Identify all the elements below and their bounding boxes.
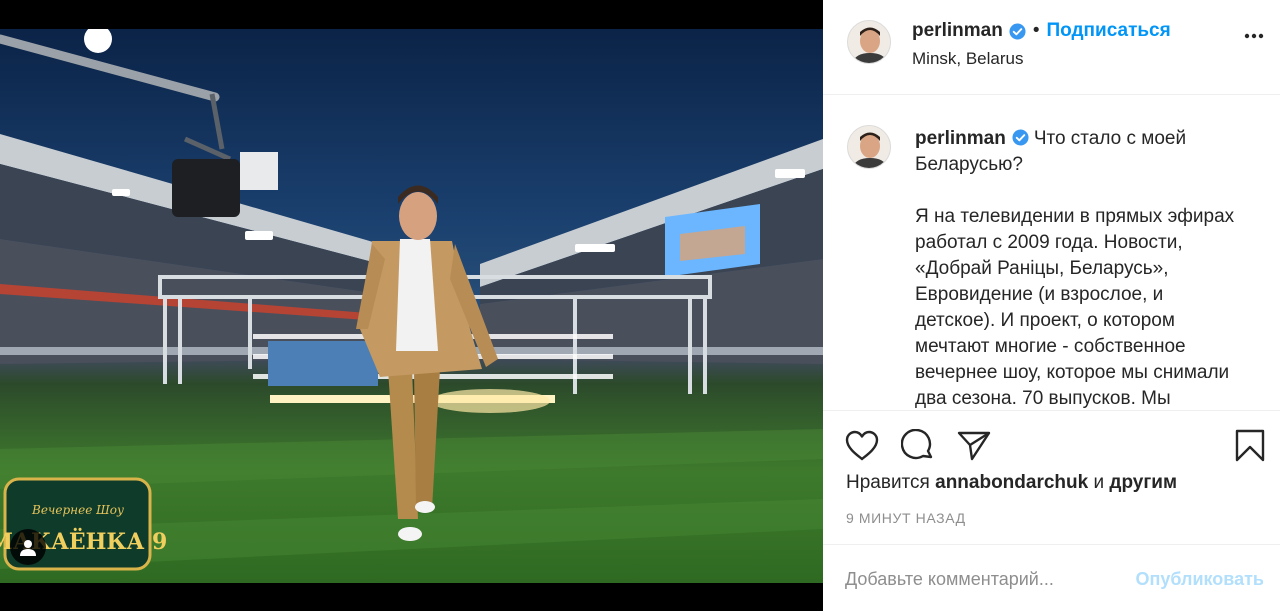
comment-input[interactable]: [845, 564, 1115, 594]
post-sidebar: perlinman • Подписаться Minsk, Belarus p…: [823, 0, 1280, 611]
caption-line-break: [915, 178, 1260, 204]
caption-line: два сезона. 70 выпусков. Мы: [915, 388, 1171, 409]
likes-others[interactable]: другим: [1109, 472, 1177, 493]
caption-line: работал с 2009 года. Новости,: [915, 232, 1183, 253]
action-bar: [823, 410, 1280, 462]
avatar-image: [848, 21, 890, 63]
caption-area: perlinman Что стало с моей Беларусью? Я н…: [823, 96, 1280, 410]
bookmark-icon[interactable]: [1235, 429, 1265, 462]
likes-summary: Нравится annabondarchuk и другим: [846, 472, 1177, 494]
caption-line: perlinman Что стало с моей: [915, 128, 1187, 149]
likes-user[interactable]: annabondarchuk: [935, 472, 1088, 493]
comment-bar: Опубликовать: [823, 544, 1280, 611]
caption-line: детское). И проект, о котором: [915, 310, 1175, 331]
separator-dot: •: [1032, 20, 1040, 41]
logo-line1: Вечернее Шоу: [31, 503, 124, 517]
publish-button[interactable]: Опубликовать: [1135, 569, 1264, 590]
post-photo-container: Вечернее Шоу МАКАЁНКА 9: [0, 0, 823, 611]
header-username[interactable]: perlinman: [912, 20, 1003, 42]
comment-icon[interactable]: [901, 429, 935, 463]
more-options-icon[interactable]: [1244, 33, 1264, 39]
caption-line: Евровидение (и взрослое, и: [915, 284, 1164, 305]
likes-prefix: Нравится: [846, 472, 930, 493]
post-header: perlinman • Подписаться Minsk, Belarus: [823, 0, 1280, 95]
likes-joiner: и: [1093, 472, 1105, 493]
header-user-row: perlinman • Подписаться: [912, 20, 1171, 42]
follow-button[interactable]: Подписаться: [1046, 20, 1170, 42]
verified-badge-icon: [1009, 22, 1026, 40]
caption-text: perlinman Что стало с моей Беларусью? Я н…: [915, 126, 1260, 410]
caption-line: вечернее шоу, которое мы снимали: [915, 362, 1230, 383]
person-icon: [20, 540, 36, 556]
stadium-scene: Вечернее Шоу МАКАЁНКА 9: [0, 29, 823, 571]
caption-line: Я на телевидении в прямых эфирах: [915, 206, 1235, 227]
caption-line: Беларусью?: [915, 154, 1023, 175]
post-photo[interactable]: Вечернее Шоу МАКАЁНКА 9: [0, 29, 823, 583]
post-timestamp[interactable]: 9 МИНУТ НАЗАД: [846, 510, 966, 526]
post-location[interactable]: Minsk, Belarus: [912, 49, 1023, 69]
caption-line: мечтают многие - собственное: [915, 336, 1186, 357]
heart-icon[interactable]: [845, 430, 879, 461]
caption-username[interactable]: perlinman: [915, 128, 1006, 149]
share-icon[interactable]: [957, 430, 991, 461]
caption-avatar[interactable]: [847, 125, 891, 169]
user-tags-button[interactable]: [10, 529, 46, 565]
caption-line: «Добрай Раніцы, Беларусь»,: [915, 258, 1169, 279]
verified-badge-icon: [1012, 129, 1029, 146]
avatar-image: [848, 126, 890, 168]
avatar[interactable]: [847, 20, 891, 64]
